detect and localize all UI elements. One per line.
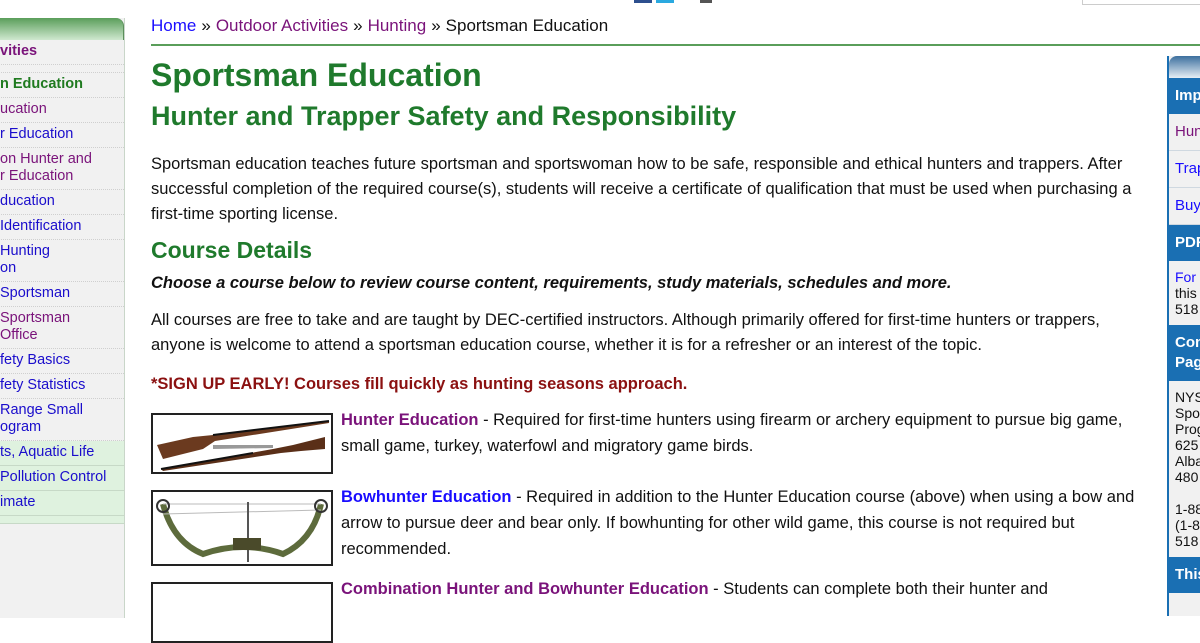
sidebar-item[interactable]: fety Basics <box>0 349 124 374</box>
bowhunter-education-link[interactable]: Bowhunter Education <box>341 488 512 506</box>
sidebar-item[interactable]: imate <box>0 491 124 516</box>
facebook-icon[interactable] <box>634 0 652 3</box>
breadcrumb-hunting[interactable]: Hunting <box>368 16 427 35</box>
breadcrumb-separator: » <box>353 16 363 35</box>
rifles-image[interactable] <box>151 413 333 474</box>
contact-info: NYSSpoProg625Alba480 1-88(1-8518 <box>1169 381 1200 557</box>
course-item: Hunter Education - Required for first-ti… <box>151 411 1141 474</box>
breadcrumb-divider <box>151 44 1200 46</box>
page-title: Sportsman Education <box>151 57 482 93</box>
this-page-heading: This <box>1169 557 1200 593</box>
right-link-trapping[interactable]: Trap <box>1169 151 1200 188</box>
pdf-text-line: this <box>1175 285 1197 301</box>
pdf-text-line: 518 <box>1175 301 1199 317</box>
contact-line: Prog <box>1175 421 1200 437</box>
sidebar-item[interactable]: on Hunter and r Education <box>0 148 124 190</box>
breadcrumb-home[interactable]: Home <box>151 16 196 35</box>
sidebar-item[interactable]: Identification <box>0 215 124 240</box>
sidebar-item[interactable]: vities <box>0 40 124 65</box>
left-sidebar-header <box>0 18 124 40</box>
choose-course-text: Choose a course below to review course c… <box>151 274 952 292</box>
left-sidebar: vities n Education ucation r Education on Hu… <box>0 18 125 618</box>
sidebar-item[interactable]: ducation <box>0 190 124 215</box>
rifle-image[interactable] <box>151 582 333 643</box>
top-utility-strip <box>0 0 1200 5</box>
contact-line: 480 <box>1175 469 1199 485</box>
sidebar-item[interactable] <box>0 65 124 73</box>
page-subtitle: Hunter and Trapper Safety and Responsibi… <box>151 101 737 131</box>
right-sidebar-header <box>1169 56 1200 78</box>
right-sidebar: Imp Hun Trap Buy PDF For this 518 Con Pa… <box>1167 56 1200 616</box>
breadcrumb-outdoor-activities[interactable]: Outdoor Activities <box>216 16 348 35</box>
search-input[interactable] <box>1082 0 1200 5</box>
pdf-heading: PDF <box>1169 225 1200 261</box>
hunter-education-link[interactable]: Hunter Education <box>341 411 479 429</box>
course-item: Combination Hunter and Bowhunter Educati… <box>151 580 1141 643</box>
sidebar-item[interactable]: ucation <box>0 98 124 123</box>
pdf-help-link[interactable]: For <box>1175 269 1200 285</box>
breadcrumb-separator: » <box>201 16 211 35</box>
course-details-heading: Course Details <box>151 237 313 263</box>
email-icon[interactable] <box>700 0 712 3</box>
contact-line: 625 <box>1175 437 1199 453</box>
right-link-buy[interactable]: Buy <box>1169 188 1200 225</box>
sidebar-item[interactable]: n Education <box>0 73 124 98</box>
sidebar-item[interactable]: Pollution Control <box>0 466 124 491</box>
breadcrumb-current: Sportsman Education <box>445 16 609 35</box>
course-description: - Students can complete both their hunte… <box>708 580 1048 598</box>
sidebar-item[interactable]: fety Statistics <box>0 374 124 399</box>
sidebar-item[interactable]: ts, Aquatic Life <box>0 441 124 466</box>
contact-line: NYS <box>1175 389 1200 405</box>
sidebar-item[interactable]: Sportsman Office <box>0 307 124 349</box>
sidebar-item[interactable]: Range Small ogram <box>0 399 124 441</box>
contact-line: Alba <box>1175 453 1200 469</box>
contact-line: 1-88 <box>1175 501 1200 517</box>
course-item: Bowhunter Education - Required in additi… <box>151 488 1141 566</box>
intro-paragraph: Sportsman education teaches future sport… <box>151 155 1132 223</box>
right-link-hunting[interactable]: Hun <box>1169 114 1200 151</box>
twitter-icon[interactable] <box>656 0 674 3</box>
pdf-help-text: For this 518 <box>1169 261 1200 325</box>
sidebar-item[interactable]: Hunting on <box>0 240 124 282</box>
all-courses-paragraph: All courses are free to take and are tau… <box>151 311 1100 354</box>
compound-bow-image[interactable] <box>151 490 333 566</box>
breadcrumb-separator: » <box>431 16 441 35</box>
main-content: Sportsman Education Hunter and Trapper S… <box>151 56 1141 643</box>
contact-line: 518 <box>1175 533 1199 549</box>
contact-heading: Con Pag <box>1169 325 1200 381</box>
important-links-heading: Imp <box>1169 78 1200 114</box>
signup-alert: *SIGN UP EARLY! Courses fill quickly as … <box>151 375 688 393</box>
contact-line: Spo <box>1175 405 1200 421</box>
contact-line <box>1175 485 1200 501</box>
combination-education-link[interactable]: Combination Hunter and Bowhunter Educati… <box>341 580 709 598</box>
breadcrumb: Home» Outdoor Activities» Hunting» Sportsma… <box>151 16 608 36</box>
sidebar-item[interactable]: Sportsman <box>0 282 124 307</box>
sidebar-item[interactable] <box>0 516 124 524</box>
contact-line: (1-8 <box>1175 517 1200 533</box>
sidebar-item[interactable]: r Education <box>0 123 124 148</box>
